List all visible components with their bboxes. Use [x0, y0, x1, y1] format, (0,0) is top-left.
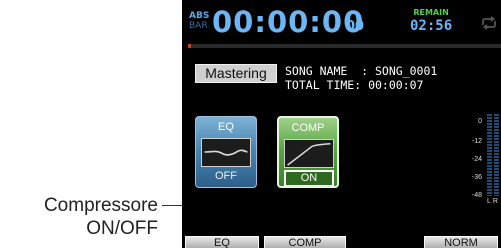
norm-function-button[interactable]: NORM — [424, 236, 498, 248]
playback-progress-fill — [188, 44, 192, 48]
mastering-mode-tag: Mastering — [195, 64, 277, 83]
comp-on-off-button[interactable]: ON — [284, 170, 334, 186]
callout-line-2: ON/OFF — [86, 218, 158, 239]
meter-right-channel — [494, 114, 499, 196]
callout-line-1: Compressore — [43, 195, 158, 216]
eq-function-button[interactable]: EQ — [185, 236, 259, 248]
remain-time: 02:56 — [410, 18, 453, 34]
playback-progress-bar — [188, 44, 501, 48]
abs-label: ABS — [189, 11, 210, 21]
device-screen: ABS BAR 00:00:00 00 REMAIN 02:56 Masteri… — [182, 0, 501, 248]
meter-channel-labels: LR — [487, 198, 500, 205]
eq-module-title: EQ — [218, 121, 234, 133]
meter-scale: 0 -12 -24 -36 -48 — [462, 118, 484, 204]
eq-module[interactable]: EQ OFF — [195, 116, 257, 188]
remain-label: REMAIN — [413, 8, 449, 17]
repeat-icon — [482, 16, 496, 30]
meter-tick: -36 — [471, 174, 482, 181]
total-time-line: TOTAL TIME: 00:00:07 — [285, 78, 424, 92]
eq-curve-icon — [201, 138, 251, 167]
song-info: SONG NAME : SONG_0001 TOTAL TIME: 00:00:… — [285, 64, 437, 92]
time-frames: 00 — [346, 19, 365, 34]
meter-left-channel — [487, 114, 492, 196]
meter-tick: 0 — [478, 118, 482, 125]
remain-indicator: REMAIN 02:56 — [410, 8, 452, 34]
comp-curve-icon — [284, 139, 334, 168]
meter-tick: -12 — [471, 138, 482, 145]
time-counter: 00:00:00 — [212, 5, 365, 39]
song-name-line: SONG NAME : SONG_0001 — [285, 64, 438, 78]
time-mode-indicator[interactable]: ABS BAR — [189, 11, 209, 31]
meter-tick: -48 — [471, 192, 482, 199]
comp-module[interactable]: COMP ON — [277, 116, 339, 188]
comp-function-button[interactable]: COMP — [264, 236, 346, 248]
callout-label: Compressore ON/OFF — [0, 194, 158, 240]
level-meter — [487, 114, 501, 196]
comp-module-title: COMP — [291, 122, 325, 134]
meter-tick: -24 — [471, 156, 482, 163]
bar-label: BAR — [189, 21, 208, 31]
status-bar: ABS BAR 00:00:00 00 REMAIN 02:56 — [182, 0, 501, 44]
eq-state: OFF — [215, 170, 237, 182]
